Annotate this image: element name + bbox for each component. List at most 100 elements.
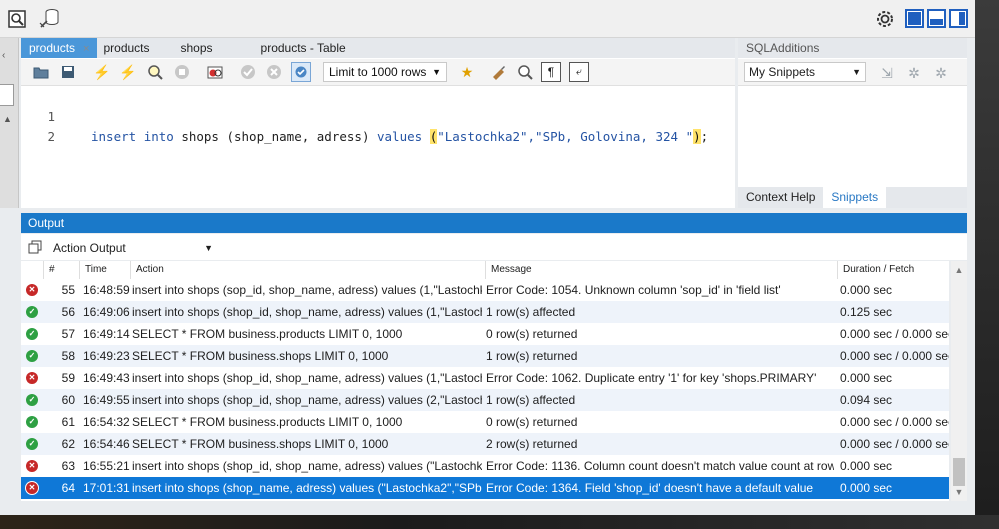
table-row[interactable]: ✓ 61 16:54:32 SELECT * FROM business.produc…: [21, 411, 949, 433]
chevron-left-icon[interactable]: ‹: [2, 50, 5, 61]
find-icon[interactable]: [515, 62, 535, 82]
table-header: # Time Action Message Duration / Fetch: [21, 261, 949, 279]
snippet-category-value: My Snippets: [749, 65, 816, 79]
wrap-icon[interactable]: ⤶: [569, 62, 589, 82]
error-x-icon: ✕: [26, 460, 38, 472]
layout-bottom-panel-icon[interactable]: [927, 9, 946, 28]
insert-snippet-icon[interactable]: ⇲: [877, 63, 897, 83]
cell-message: Error Code: 1364. Field 'shop_id' doesn'…: [486, 481, 814, 495]
stop-icon[interactable]: [172, 62, 192, 82]
settings-gear-icon[interactable]: [875, 9, 895, 29]
cell-num: 60: [61, 393, 75, 407]
scroll-up-icon[interactable]: ▲: [951, 263, 967, 277]
tab-products-table[interactable]: products - Table: [253, 38, 354, 58]
tab-context-help[interactable]: Context Help: [738, 187, 823, 208]
column-header-message[interactable]: Message: [485, 261, 837, 279]
row-limit-select[interactable]: Limit to 1000 rows ▼: [323, 62, 447, 82]
tab-products[interactable]: products: [97, 38, 172, 58]
execute-snippet-icon[interactable]: ✲: [931, 63, 951, 83]
tab-shops[interactable]: shops: [173, 38, 253, 58]
tab-label: products - Table: [260, 41, 346, 55]
invisible-chars-icon[interactable]: ¶: [541, 62, 561, 82]
layout-right-panel-icon[interactable]: [949, 9, 968, 28]
rollback-icon[interactable]: [264, 62, 284, 82]
table-row[interactable]: ✕ 59 16:49:43 insert into shops (shop_id, s…: [21, 367, 949, 389]
workbench-window: ‹ ▲ products × products shops products - …: [0, 0, 975, 515]
copy-output-icon[interactable]: [28, 240, 42, 257]
scrollbar-thumb[interactable]: [953, 458, 965, 486]
cell-time: 16:49:55: [83, 393, 130, 407]
desktop-background: [975, 0, 999, 529]
table-row[interactable]: ✕ 64 17:01:31 insert into shops (shop_name,…: [21, 477, 949, 499]
tab-label: shops: [180, 41, 213, 55]
sql-code-editor[interactable]: 1 insert into shops (shop_name, adress) …: [21, 86, 735, 208]
layout-toggles: [905, 9, 968, 28]
execute-current-icon[interactable]: ⚡: [118, 62, 138, 82]
column-header-time[interactable]: Time: [79, 261, 130, 279]
error-x-icon: ✕: [26, 482, 38, 494]
table-row[interactable]: ✓ 57 16:49:14 SELECT * FROM business.produc…: [21, 323, 949, 345]
schema-connect-icon[interactable]: [39, 8, 61, 30]
beautify-icon[interactable]: [489, 62, 509, 82]
navigator-filter-input[interactable]: [0, 84, 14, 106]
layout-left-panel-icon[interactable]: [905, 9, 924, 28]
success-check-icon: ✓: [26, 416, 38, 428]
open-folder-icon[interactable]: [31, 62, 51, 82]
tab-snippets[interactable]: Snippets: [823, 187, 887, 208]
cell-num: 56: [61, 305, 75, 319]
output-toolbar: Action Output ▼: [21, 234, 967, 260]
success-check-icon: ✓: [26, 394, 38, 406]
code-text: insert into shops (shop_name, adress) va…: [91, 127, 708, 147]
tab-label: products: [29, 41, 76, 55]
cell-message: 2 row(s) returned: [486, 437, 578, 451]
cell-time: 16:54:32: [83, 415, 130, 429]
commit-icon[interactable]: [238, 62, 258, 82]
column-header-status[interactable]: [21, 261, 43, 279]
output-scrollbar[interactable]: ▲ ▼: [951, 261, 967, 501]
scroll-down-icon[interactable]: ▼: [951, 485, 967, 499]
output-type-select[interactable]: Action Output ▼: [47, 238, 217, 258]
cell-time: 16:49:43: [83, 371, 130, 385]
table-row[interactable]: ✕ 63 16:55:21 insert into shops (shop_id, s…: [21, 455, 949, 477]
cell-message: Error Code: 1062. Duplicate entry '1' fo…: [486, 371, 817, 385]
cell-message: 1 row(s) affected: [486, 305, 576, 319]
toggle-error-stop-icon[interactable]: [205, 62, 225, 82]
sql-keyword: values: [377, 129, 423, 144]
cell-action: insert into shops (shop_name, adress) va…: [132, 481, 482, 495]
execute-icon[interactable]: ⚡: [92, 62, 112, 82]
snippet-category-select[interactable]: My Snippets ▼: [744, 62, 866, 82]
table-row[interactable]: ✓ 56 16:49:06 insert into shops (shop_id, s…: [21, 301, 949, 323]
add-snippet-icon[interactable]: ★: [457, 62, 477, 82]
tab-products-query[interactable]: products ×: [21, 38, 98, 58]
cell-action: insert into shops (sop_id, shop_name, ad…: [132, 283, 482, 297]
table-row[interactable]: ✓ 60 16:49:55 insert into shops (shop_id, s…: [21, 389, 949, 411]
inspector-icon[interactable]: [7, 9, 27, 29]
save-icon[interactable]: [58, 62, 78, 82]
table-row[interactable]: ✓ 62 16:54:46 SELECT * FROM business.shops …: [21, 433, 949, 455]
column-header-duration[interactable]: Duration / Fetch: [837, 261, 949, 279]
status-strip: [0, 501, 975, 515]
output-panel-title: Output: [21, 213, 967, 233]
explain-icon[interactable]: [145, 62, 165, 82]
close-tab-icon[interactable]: ×: [83, 43, 89, 55]
cell-time: 16:49:14: [83, 327, 130, 341]
cell-num: 63: [61, 459, 75, 473]
sql-keyword: into: [143, 129, 174, 144]
cell-action: SELECT * FROM business.shops LIMIT 0, 10…: [132, 437, 389, 451]
autocommit-icon[interactable]: [291, 62, 311, 82]
chevron-up-icon[interactable]: ▲: [3, 114, 12, 124]
cell-duration: 0.000 sec: [840, 481, 893, 495]
column-header-number[interactable]: #: [43, 261, 79, 279]
sql-additions-tabs: Context Help Snippets: [738, 187, 967, 208]
table-row[interactable]: ✕ 55 16:48:59 insert into shops (sop_id, sh…: [21, 279, 949, 301]
cell-duration: 0.094 sec: [840, 393, 893, 407]
paren-highlight: ): [693, 129, 701, 144]
cell-num: 55: [61, 283, 75, 297]
column-header-action[interactable]: Action: [130, 261, 485, 279]
cell-message: 0 row(s) returned: [486, 415, 578, 429]
cell-action: insert into shops (shop_id, shop_name, a…: [132, 393, 482, 407]
cell-duration: 0.000 sec / 0.000 sec: [840, 415, 949, 429]
success-check-icon: ✓: [26, 438, 38, 450]
replace-snippet-icon[interactable]: ✲: [904, 63, 924, 83]
table-row[interactable]: ✓ 58 16:49:23 SELECT * FROM business.shops …: [21, 345, 949, 367]
